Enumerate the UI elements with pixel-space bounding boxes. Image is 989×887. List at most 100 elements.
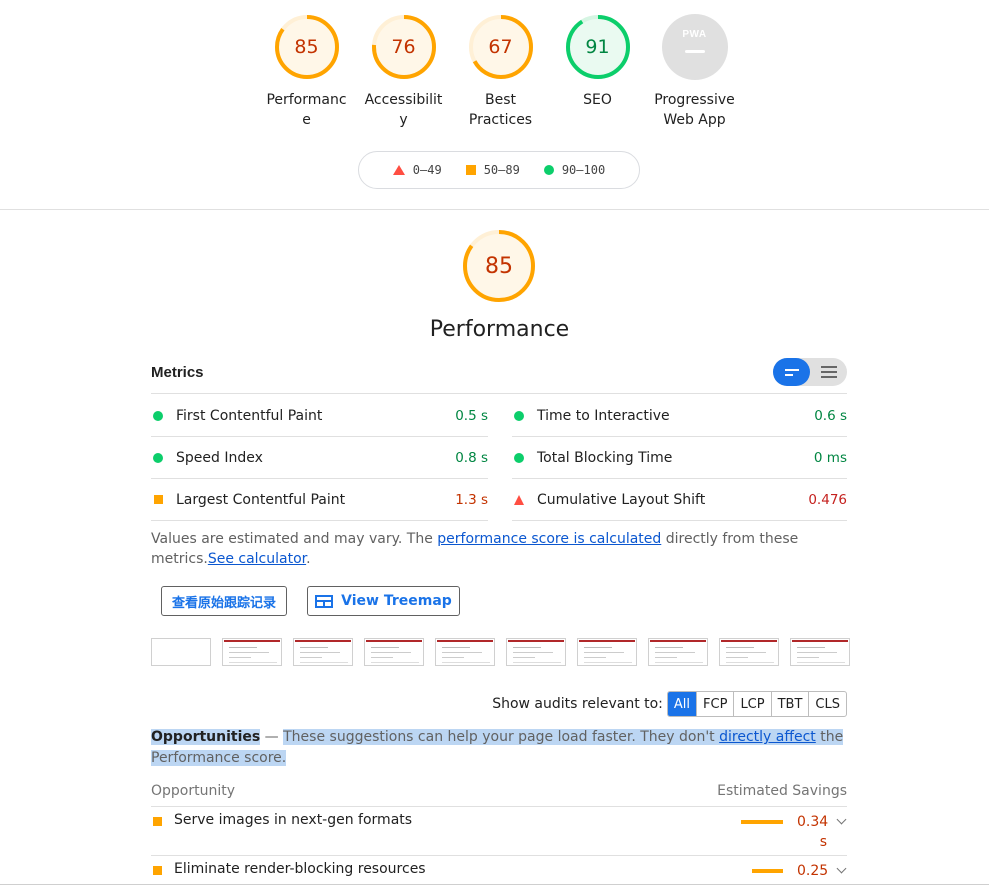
filmstrip-frame bbox=[151, 638, 211, 666]
metric-time-to-interactive: Time to Interactive 0.6 s bbox=[512, 395, 847, 437]
legend-average: 50–89 bbox=[465, 163, 520, 177]
metric-value: 0.476 bbox=[808, 491, 847, 508]
expanded-view-icon[interactable] bbox=[810, 358, 847, 386]
gauge-performance[interactable]: 85 Performance bbox=[258, 14, 355, 130]
legend-pass: 90–100 bbox=[543, 163, 606, 177]
best-practices-score: 67 bbox=[488, 36, 513, 58]
pass-circle-icon bbox=[543, 165, 554, 175]
pass-circle-icon bbox=[514, 452, 524, 463]
savings-value: 0.34 s bbox=[797, 814, 829, 850]
gauge-pwa[interactable]: PWA Progressive Web App bbox=[646, 14, 743, 130]
col-estimated-savings: Estimated Savings bbox=[717, 783, 847, 799]
filmstrip-frame bbox=[435, 638, 495, 666]
pwa-label: Progressive Web App bbox=[654, 92, 735, 128]
fail-triangle-icon bbox=[514, 494, 524, 505]
performance-big-gauge: 85 bbox=[462, 229, 536, 303]
average-square-icon bbox=[153, 866, 162, 875]
pwa-badge-icon: PWA bbox=[661, 14, 728, 80]
gauge-seo[interactable]: 91 SEO bbox=[549, 14, 646, 130]
opportunities-dash: — bbox=[260, 729, 284, 745]
filmstrip bbox=[151, 638, 850, 666]
accessibility-ring: 76 bbox=[371, 14, 437, 80]
metric-name: Cumulative Layout Shift bbox=[537, 491, 706, 508]
score-calculated-link[interactable]: performance score is calculated bbox=[437, 531, 661, 547]
filmstrip-frame bbox=[577, 638, 637, 666]
legend-average-range: 50–89 bbox=[483, 163, 520, 177]
metric-name: First Contentful Paint bbox=[176, 407, 323, 424]
metric-value: 0.6 s bbox=[814, 407, 847, 424]
filter-fcp[interactable]: FCP bbox=[696, 692, 733, 716]
pass-circle-icon bbox=[153, 410, 163, 421]
seo-ring: 91 bbox=[565, 14, 631, 80]
filter-lcp[interactable]: LCP bbox=[733, 692, 770, 716]
fail-triangle-icon bbox=[392, 165, 405, 175]
chevron-down-icon[interactable] bbox=[827, 863, 847, 874]
metric-name: Speed Index bbox=[176, 449, 263, 466]
performance-score: 85 bbox=[294, 36, 319, 58]
category-gauges: 85 Performance 76 Accessibility 67 Best … bbox=[258, 14, 743, 130]
note-suffix: . bbox=[306, 551, 311, 567]
metrics-title: Metrics bbox=[151, 364, 204, 381]
gauge-accessibility[interactable]: 76 Accessibility bbox=[355, 14, 452, 130]
savings-value: 0.25 bbox=[797, 863, 829, 879]
best-practices-ring: 67 bbox=[468, 14, 534, 80]
savings-bar bbox=[741, 820, 783, 824]
filter-label: Show audits relevant to: bbox=[492, 696, 663, 712]
filter-cls[interactable]: CLS bbox=[808, 692, 846, 716]
view-trace-button[interactable]: 查看原始跟踪记录 bbox=[161, 586, 287, 616]
legend-fail: 0–49 bbox=[392, 163, 442, 177]
performance-ring: 85 bbox=[274, 14, 340, 80]
filmstrip-frame bbox=[790, 638, 850, 666]
pwa-badge-text: PWA bbox=[682, 29, 707, 40]
opportunity-row[interactable]: Serve images in next-gen formats 0.34 s bbox=[151, 812, 847, 856]
metric-first-contentful-paint: First Contentful Paint 0.5 s bbox=[151, 395, 488, 437]
filter-tbt[interactable]: TBT bbox=[770, 692, 809, 716]
filmstrip-frame bbox=[648, 638, 708, 666]
metric-largest-contentful-paint: Largest Contentful Paint 1.3 s bbox=[151, 479, 488, 521]
metrics-header: Metrics bbox=[151, 358, 847, 394]
average-square-icon bbox=[153, 817, 162, 826]
metric-cumulative-layout-shift: Cumulative Layout Shift 0.476 bbox=[512, 479, 847, 521]
performance-big-score: 85 bbox=[485, 253, 513, 279]
treemap-icon bbox=[315, 594, 334, 608]
pass-circle-icon bbox=[153, 452, 163, 463]
seo-label: SEO bbox=[583, 92, 612, 108]
legend-fail-range: 0–49 bbox=[412, 163, 442, 177]
metric-name: Total Blocking Time bbox=[537, 449, 673, 466]
view-treemap-label: View Treemap bbox=[341, 593, 452, 609]
best-practices-label: Best Practices bbox=[468, 92, 533, 128]
metric-value: 0.5 s bbox=[455, 407, 488, 424]
filter-all[interactable]: All bbox=[667, 692, 697, 716]
accessibility-label: Accessibility bbox=[364, 92, 443, 128]
opportunities-desc-a: These suggestions can help your page loa… bbox=[283, 729, 720, 745]
legend-pass-range: 90–100 bbox=[561, 163, 606, 177]
view-treemap-button[interactable]: View Treemap bbox=[307, 586, 460, 616]
gauge-best-practices[interactable]: 67 Best Practices bbox=[452, 14, 549, 130]
metric-value: 0 ms bbox=[813, 449, 847, 466]
filmstrip-frame bbox=[364, 638, 424, 666]
pass-circle-icon bbox=[514, 410, 524, 421]
directly-affect-link[interactable]: directly affect bbox=[719, 729, 816, 745]
metric-name: Largest Contentful Paint bbox=[176, 491, 346, 508]
performance-label: Performance bbox=[266, 92, 347, 128]
metrics-right-column: Time to Interactive 0.6 s Total Blocking… bbox=[512, 395, 847, 521]
compact-view-icon[interactable] bbox=[773, 358, 810, 386]
metric-total-blocking-time: Total Blocking Time 0 ms bbox=[512, 437, 847, 479]
opportunity-name: Eliminate render-blocking resources bbox=[174, 861, 426, 877]
filmstrip-frame bbox=[222, 638, 282, 666]
section-divider bbox=[0, 209, 989, 210]
score-legend: 0–49 50–89 90–100 bbox=[358, 151, 640, 189]
opportunity-row[interactable]: Eliminate render-blocking resources 0.25 bbox=[151, 861, 847, 885]
opportunities-title: Opportunities bbox=[151, 729, 261, 745]
filmstrip-frame bbox=[506, 638, 566, 666]
bottom-border bbox=[0, 884, 989, 885]
see-calculator-link[interactable]: See calculator bbox=[208, 551, 306, 567]
chevron-down-icon[interactable] bbox=[827, 814, 847, 825]
metrics-view-toggle[interactable] bbox=[773, 358, 847, 386]
metrics-left-column: First Contentful Paint 0.5 s Speed Index… bbox=[151, 395, 488, 521]
average-square-icon bbox=[153, 495, 163, 504]
opportunity-name: Serve images in next-gen formats bbox=[174, 812, 413, 828]
pwa-dash-icon bbox=[684, 50, 705, 53]
note-prefix: Values are estimated and may vary. The bbox=[151, 531, 438, 547]
metric-value: 1.3 s bbox=[455, 491, 488, 508]
